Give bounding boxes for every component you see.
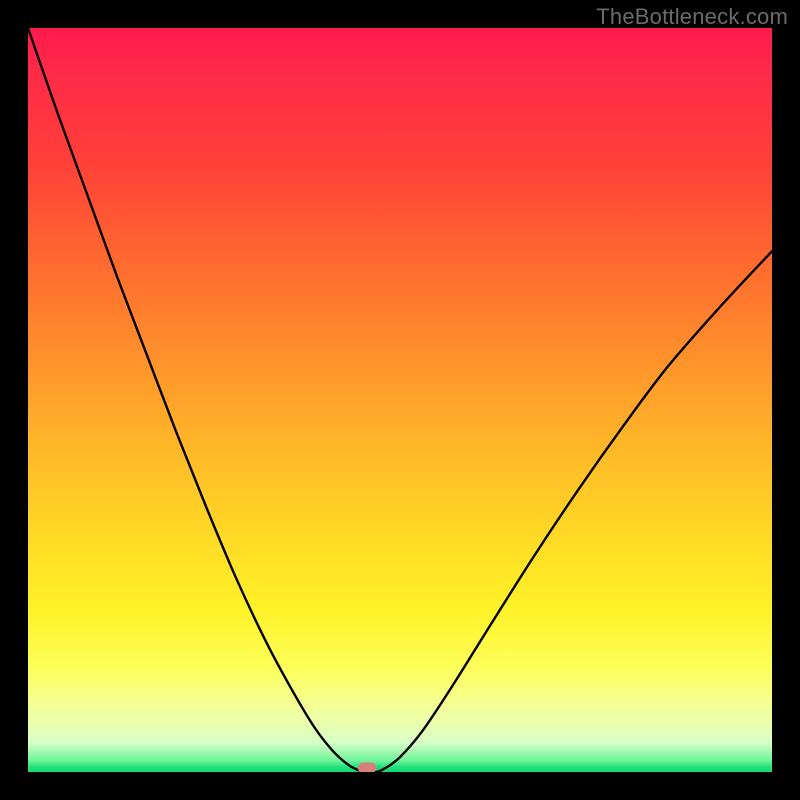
watermark-text: TheBottleneck.com: [596, 4, 788, 30]
chart-frame: TheBottleneck.com: [0, 0, 800, 800]
minimum-marker: [358, 763, 376, 773]
plot-area: [28, 28, 772, 772]
bottleneck-curve: [28, 28, 772, 772]
